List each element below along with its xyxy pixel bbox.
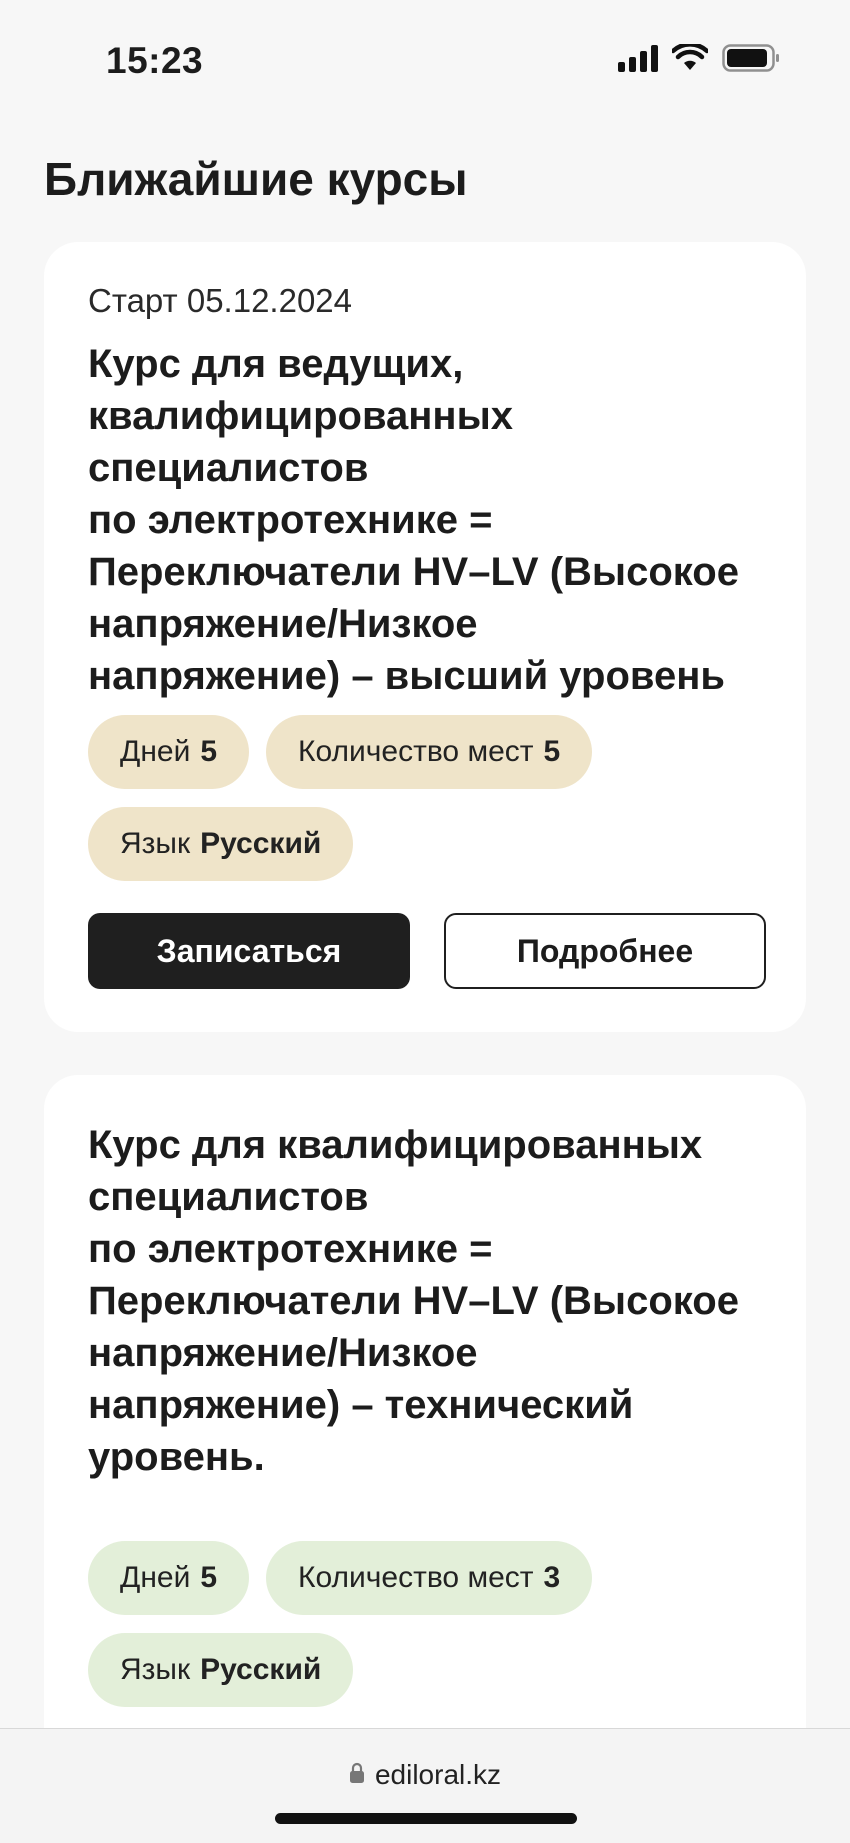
- chip-value: 3: [543, 1561, 561, 1594]
- cellular-signal-icon: [618, 44, 658, 72]
- home-indicator[interactable]: [275, 1813, 577, 1824]
- page-title: Ближайшие курсы: [44, 153, 468, 205]
- course-card: Старт 05.12.2024 Курс для ведущих, квали…: [44, 242, 806, 1032]
- chip-label: Дней: [120, 735, 191, 768]
- course-title: Курс для квалифицированных специалистов …: [88, 1123, 739, 1479]
- chip-value: 5: [200, 1561, 218, 1594]
- chip-label: Дней: [120, 1561, 191, 1594]
- chip-language: Язык Русский: [88, 807, 354, 881]
- chip-label: Язык: [120, 827, 191, 860]
- chip-days: Дней 5: [88, 1541, 250, 1615]
- chip-days: Дней 5: [88, 715, 250, 789]
- chip-label: Язык: [120, 1653, 191, 1686]
- course-actions: Записаться Подробнее: [88, 913, 766, 989]
- course-info-chips: Дней 5 Количество мест 5 Язык Русский: [88, 715, 748, 881]
- wifi-icon: [672, 44, 708, 72]
- details-button[interactable]: Подробнее: [444, 913, 766, 989]
- lock-icon: [349, 1759, 365, 1791]
- course-info-chips: Дней 5 Количество мест 3 Язык Русский: [88, 1541, 748, 1707]
- chip-language: Язык Русский: [88, 1633, 354, 1707]
- course-card: Курс для квалифицированных специалистов …: [44, 1075, 806, 1835]
- course-title: Курс для ведущих, квалифицированных спец…: [88, 342, 739, 698]
- battery-icon: [722, 44, 780, 72]
- chip-seats: Количество мест 5: [266, 715, 593, 789]
- status-time: 15:23: [106, 40, 204, 81]
- chip-value: Русский: [200, 827, 322, 860]
- status-icons: [618, 44, 780, 72]
- chip-value: 5: [543, 735, 561, 768]
- status-bar: 15:23: [0, 0, 850, 120]
- course-start-date: Старт 05.12.2024: [88, 282, 352, 319]
- address-bar[interactable]: ediloral.kz: [0, 1759, 850, 1791]
- chip-seats: Количество мест 3: [266, 1541, 593, 1615]
- chip-value: 5: [200, 735, 218, 768]
- browser-bottom-bar: ediloral.kz: [0, 1728, 850, 1843]
- chip-label: Количество мест: [298, 1561, 534, 1594]
- chip-value: Русский: [200, 1653, 322, 1686]
- url-text: ediloral.kz: [374, 1759, 502, 1790]
- enroll-button[interactable]: Записаться: [88, 913, 410, 989]
- chip-label: Количество мест: [298, 735, 534, 768]
